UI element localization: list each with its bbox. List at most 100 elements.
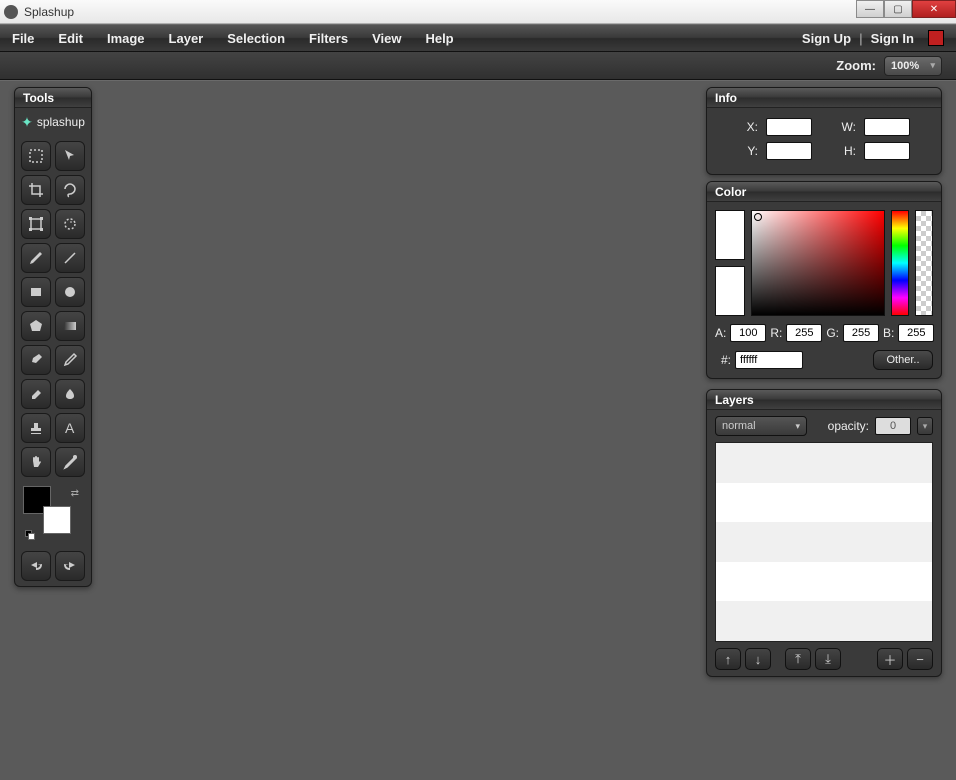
color-swatch-area: ⇄ [23, 486, 83, 542]
alpha-slider[interactable] [915, 210, 933, 316]
menu-view[interactable]: View [372, 31, 401, 46]
canvas-workspace[interactable]: Tools ✦splashup A [0, 80, 956, 780]
move-tool[interactable] [55, 141, 85, 171]
blue-label: B: [883, 326, 894, 340]
info-h-input[interactable] [864, 142, 910, 160]
line-tool[interactable] [55, 243, 85, 273]
tools-panel-title[interactable]: Tools [15, 88, 91, 108]
zoom-value: 100% [891, 60, 919, 72]
signin-link[interactable]: Sign In [871, 31, 914, 46]
info-w-label: W: [828, 120, 856, 134]
info-y-input[interactable] [766, 142, 812, 160]
green-label: G: [826, 326, 839, 340]
brush-tool[interactable] [21, 345, 51, 375]
zoom-select[interactable]: 100% [884, 56, 942, 76]
list-item[interactable] [716, 443, 932, 483]
list-item[interactable] [716, 562, 932, 602]
menubar: File Edit Image Layer Selection Filters … [0, 24, 956, 52]
color-panel: Color A: R: G: B: [706, 181, 942, 379]
transform-tool[interactable] [21, 209, 51, 239]
redo-button[interactable] [55, 551, 85, 581]
opacity-input[interactable] [875, 417, 911, 435]
auth-divider: | [859, 31, 863, 46]
eyedropper-tool[interactable] [55, 345, 85, 375]
ellipse-tool[interactable] [55, 277, 85, 307]
swap-colors-icon[interactable]: ⇄ [71, 488, 79, 499]
menu-image[interactable]: Image [107, 31, 145, 46]
polygon-tool[interactable] [21, 311, 51, 341]
magic-wand-tool[interactable] [55, 209, 85, 239]
rectangle-tool[interactable] [21, 277, 51, 307]
alpha-input[interactable] [730, 324, 766, 342]
info-w-input[interactable] [864, 118, 910, 136]
window-title: Splashup [24, 5, 74, 19]
layer-to-top-button[interactable]: ⤒ [785, 648, 811, 670]
undo-button[interactable] [21, 551, 51, 581]
splashup-logo: ✦splashup [15, 108, 91, 136]
opacity-dropdown[interactable]: ▾ [917, 417, 933, 435]
blue-input[interactable] [898, 324, 934, 342]
add-layer-button[interactable]: ＋ [877, 648, 903, 670]
color-preview-current[interactable] [715, 266, 745, 316]
window-maximize-button[interactable]: ▢ [884, 0, 912, 18]
eraser-tool[interactable] [21, 379, 51, 409]
delete-layer-button[interactable]: − [907, 648, 933, 670]
blend-mode-value: normal [722, 420, 756, 432]
color-cursor-icon [754, 213, 762, 221]
pencil-tool[interactable] [21, 243, 51, 273]
stamp-tool[interactable] [21, 413, 51, 443]
menu-selection[interactable]: Selection [227, 31, 285, 46]
color-preview-new[interactable] [715, 210, 745, 260]
info-h-label: H: [828, 144, 856, 158]
blend-mode-select[interactable]: normal [715, 416, 807, 436]
gradient-tool[interactable] [55, 311, 85, 341]
marquee-tool[interactable] [21, 141, 51, 171]
options-bar: Zoom: 100% [0, 52, 956, 80]
menu-layer[interactable]: Layer [169, 31, 204, 46]
green-input[interactable] [843, 324, 879, 342]
hex-label: #: [715, 353, 731, 367]
hex-input[interactable] [735, 351, 803, 369]
list-item[interactable] [716, 601, 932, 641]
app-favicon [4, 5, 18, 19]
hand-tool[interactable] [21, 447, 51, 477]
color-picker-tool[interactable] [55, 447, 85, 477]
color-preview [715, 210, 745, 316]
record-indicator-icon [928, 30, 944, 46]
layers-panel: Layers normal opacity: ▾ ↑ ↓ ⤒ ⤓ ＋ − [706, 389, 942, 677]
lasso-tool[interactable] [55, 175, 85, 205]
crop-tool[interactable] [21, 175, 51, 205]
text-tool[interactable]: A [55, 413, 85, 443]
info-panel-title[interactable]: Info [707, 88, 941, 108]
background-color-swatch[interactable] [43, 506, 71, 534]
layer-up-button[interactable]: ↑ [715, 648, 741, 670]
smudge-tool[interactable] [55, 379, 85, 409]
window-minimize-button[interactable]: — [856, 0, 884, 18]
menu-help[interactable]: Help [425, 31, 453, 46]
other-color-button[interactable]: Other.. [873, 350, 933, 370]
color-field[interactable] [751, 210, 885, 316]
list-item[interactable] [716, 522, 932, 562]
layer-down-button[interactable]: ↓ [745, 648, 771, 670]
info-x-input[interactable] [766, 118, 812, 136]
layers-panel-title[interactable]: Layers [707, 390, 941, 410]
info-x-label: X: [730, 120, 758, 134]
layer-to-bottom-button[interactable]: ⤓ [815, 648, 841, 670]
info-y-label: Y: [730, 144, 758, 158]
opacity-label: opacity: [828, 419, 869, 433]
menu-filters[interactable]: Filters [309, 31, 348, 46]
layer-list[interactable] [715, 442, 933, 642]
window-close-button[interactable]: ✕ [912, 0, 956, 18]
zoom-label: Zoom: [836, 58, 876, 73]
signup-link[interactable]: Sign Up [802, 31, 851, 46]
hue-slider[interactable] [891, 210, 909, 316]
red-label: R: [770, 326, 782, 340]
menu-edit[interactable]: Edit [58, 31, 83, 46]
alpha-label: A: [715, 326, 726, 340]
red-input[interactable] [786, 324, 822, 342]
tools-panel: Tools ✦splashup A [14, 87, 92, 587]
color-panel-title[interactable]: Color [707, 182, 941, 202]
default-colors-icon[interactable] [25, 530, 35, 540]
menu-file[interactable]: File [12, 31, 34, 46]
list-item[interactable] [716, 483, 932, 523]
